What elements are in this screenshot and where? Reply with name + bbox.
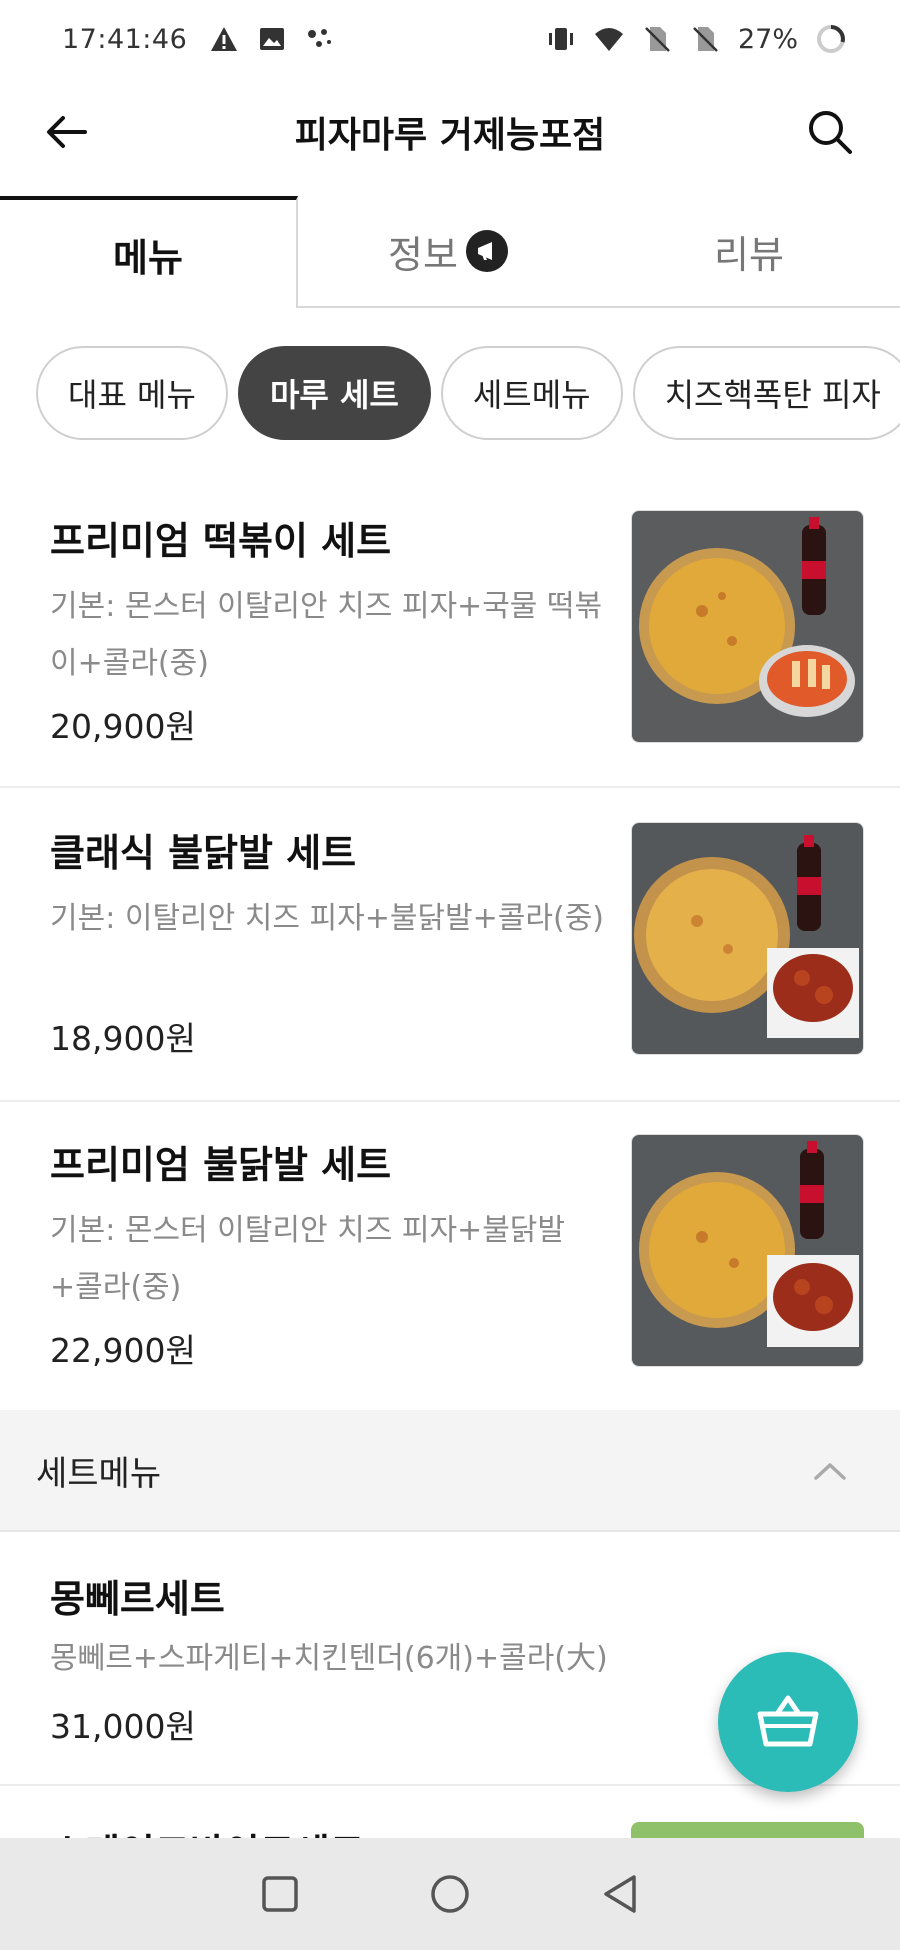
- menu-item-name: 몽뻬르세트: [50, 1577, 225, 1621]
- menu-item-description: 몽뻬르+스파게티+치킨텐더(6개)+콜라(大): [50, 1641, 608, 1676]
- vibrate-icon: [548, 28, 573, 50]
- category-chips: 대표 메뉴 마루 세트 세트메뉴 치즈핵폭탄 피자: [36, 346, 900, 440]
- wifi-icon: [594, 28, 623, 51]
- system-nav-bar: [0, 1838, 900, 1950]
- tab-review[interactable]: 리뷰: [598, 196, 900, 308]
- menu-item[interactable]: 프리미엄 떡볶이 세트 기본: 몬스터 이탈리안 치즈 피자+국물 떡볶이+콜라…: [0, 478, 900, 788]
- menu-item-name: 스테이크바이트세트: [50, 1822, 365, 1838]
- chip-maru-set[interactable]: 마루 세트: [237, 346, 431, 440]
- recents-button[interactable]: [255, 1869, 305, 1919]
- search-button[interactable]: [802, 104, 858, 160]
- menu-item[interactable]: 프리미엄 불닭발 세트 기본: 몬스터 이탈리안 치즈 피자+불닭발+콜라(중)…: [0, 1102, 900, 1410]
- back-icon: [604, 1875, 636, 1913]
- tab-review-label: 리뷰: [714, 232, 784, 277]
- chip-set-menu[interactable]: 세트메뉴: [440, 346, 623, 440]
- warning-icon: [211, 27, 238, 51]
- battery-percentage: 27%: [737, 23, 798, 55]
- menu-item-name: 프리미엄 불닭발 세트: [50, 1143, 392, 1187]
- page-title: 피자마루 거제능포점: [294, 115, 606, 156]
- status-bar: 17:41:46 27%: [0, 0, 900, 78]
- basket-icon: [757, 1695, 819, 1747]
- home-icon: [431, 1875, 469, 1913]
- chevron-up-icon: [814, 1463, 846, 1480]
- status-time: 17:41:46: [62, 23, 188, 55]
- menu-item-description: 기본: 몬스터 이탈리안 치즈 피자+불닭발+콜라(중): [50, 1213, 565, 1305]
- menu-item-image: [631, 510, 864, 743]
- menu-item-price: 18,900원: [50, 1019, 196, 1058]
- battery-icon: [817, 25, 845, 53]
- home-button[interactable]: [425, 1869, 475, 1919]
- tab-menu-label: 메뉴: [113, 235, 183, 280]
- status-notification-icons: [209, 24, 335, 54]
- tab-info[interactable]: 정보: [298, 196, 598, 308]
- menu-item-image: [631, 822, 864, 1055]
- menu-item[interactable]: 클래식 불닭발 세트 기본: 이탈리안 치즈 피자+불닭발+콜라(중) 18,9…: [0, 790, 900, 1102]
- store-tabs: 메뉴 정보 리뷰: [0, 196, 900, 308]
- menu-item-description: 기본: 이탈리안 치즈 피자+불닭발+콜라(중): [50, 901, 604, 936]
- search-icon: [809, 111, 852, 154]
- section-header-set-menu[interactable]: 세트메뉴: [0, 1410, 900, 1532]
- tab-menu[interactable]: 메뉴: [0, 196, 298, 308]
- menu-item-name: 프리미엄 떡볶이 세트: [50, 519, 392, 563]
- menu-item-name: 클래식 불닭발 세트: [50, 831, 357, 875]
- menu-item-price: 31,000원: [50, 1707, 196, 1746]
- no-sim-icon: [645, 27, 670, 52]
- app-header: 피자마루 거제능포점: [0, 78, 900, 188]
- status-system-icons: 27%: [546, 24, 846, 55]
- section-title: 세트메뉴: [36, 1453, 162, 1494]
- chip-signature-menu[interactable]: 대표 메뉴: [36, 346, 228, 440]
- image-icon: [260, 28, 285, 50]
- menu-item-price: 22,900원: [50, 1331, 196, 1370]
- recents-icon: [262, 1876, 298, 1912]
- no-sim-icon: [693, 27, 718, 52]
- menu-item-image: [631, 1822, 864, 1838]
- menu-item-image: [631, 1134, 864, 1367]
- tab-info-label: 정보: [388, 232, 458, 277]
- back-nav-button[interactable]: [595, 1869, 645, 1919]
- megaphone-icon: [465, 230, 508, 272]
- cart-button[interactable]: [718, 1652, 858, 1792]
- menu-item-description: 기본: 몬스터 이탈리안 치즈 피자+국물 떡볶이+콜라(중): [50, 589, 603, 681]
- menu-item-price: 20,900원: [50, 707, 196, 746]
- dots-icon: [308, 29, 332, 47]
- chip-cheese-bomb-pizza[interactable]: 치즈핵폭탄 피자: [632, 346, 900, 440]
